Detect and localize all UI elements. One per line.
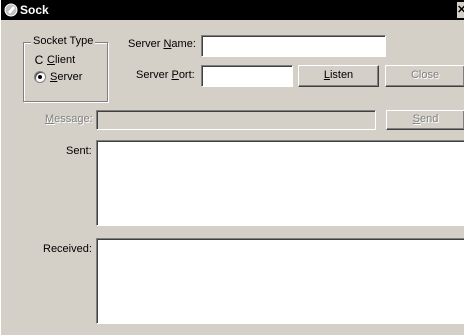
listen-button[interactable]: Listen	[298, 65, 379, 87]
radio-checked-icon	[34, 71, 46, 83]
title-bar[interactable]: Sock ✕	[1, 0, 464, 20]
server-name-input[interactable]	[201, 35, 386, 57]
received-label: Received:	[43, 243, 92, 255]
server-port-label: Server Port:	[136, 69, 195, 81]
socket-type-legend: Socket Type	[31, 35, 96, 47]
message-input[interactable]	[96, 110, 376, 130]
close-button[interactable]: Close	[385, 65, 464, 87]
server-name-label: Server Name:	[128, 38, 196, 50]
sent-textarea[interactable]	[96, 140, 464, 226]
close-icon[interactable]: ✕	[457, 2, 464, 18]
sent-label: Sent:	[66, 145, 92, 157]
radio-server[interactable]: Server	[34, 71, 82, 83]
sock-window: Sock ✕ Socket Type C Client Server Serve…	[0, 0, 464, 335]
received-textarea[interactable]	[96, 238, 464, 324]
radio-unchecked-icon: C	[34, 53, 44, 67]
send-button[interactable]: Send	[386, 110, 464, 130]
radio-client[interactable]: C Client	[33, 53, 75, 67]
radio-server-label: Server	[50, 71, 83, 83]
window-title: Sock	[20, 3, 49, 17]
message-label: Message:	[45, 113, 93, 125]
radio-client-label: Client	[47, 54, 76, 66]
app-icon	[4, 3, 18, 17]
server-port-input[interactable]	[201, 65, 293, 87]
